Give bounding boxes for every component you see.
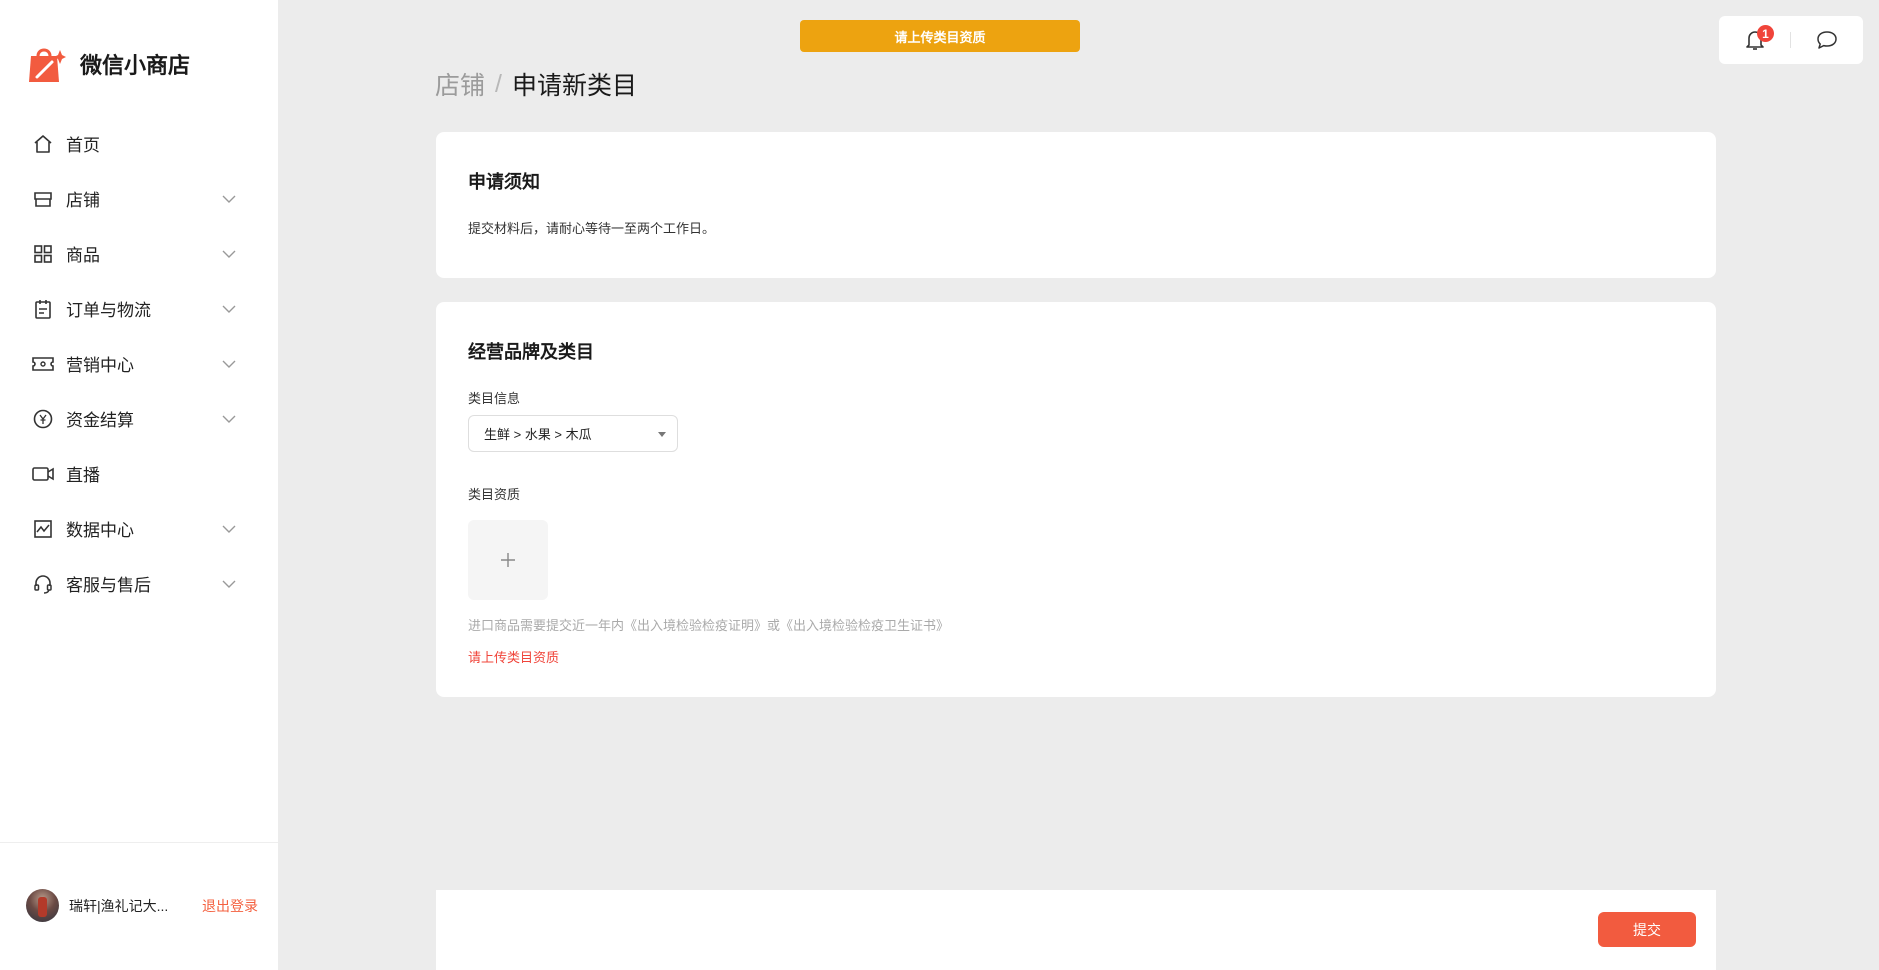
category-select-value: 生鲜 > 水果 > 木瓜 xyxy=(484,427,592,442)
notifications-button[interactable]: 1 xyxy=(1719,16,1791,64)
chevron-down-icon xyxy=(222,250,236,258)
sidebar-item-label: 店铺 xyxy=(66,191,100,210)
clipboard-icon xyxy=(32,298,54,320)
category-card-title: 经营品牌及类目 xyxy=(468,342,594,362)
chevron-down-icon xyxy=(222,195,236,203)
sidebar: 微信小商店 首页 店铺 商品 订单与物流 营销中心 资金结算 直播 数据中心 客… xyxy=(0,0,278,970)
chevron-down-icon xyxy=(222,415,236,423)
sidebar-footer: 瑞轩|渔礼记大... 退出登录 xyxy=(0,842,278,970)
notice-card: 申请须知 提交材料后，请耐心等待一至两个工作日。 xyxy=(436,132,1716,278)
page-title: 申请新类目 xyxy=(511,72,637,100)
grid-icon xyxy=(32,243,54,265)
sidebar-item-home[interactable]: 首页 xyxy=(0,116,278,171)
chat-bubble-icon xyxy=(1817,31,1837,49)
chevron-down-icon xyxy=(222,525,236,533)
breadcrumb: 店铺 / 申请新类目 xyxy=(435,66,637,102)
sidebar-item-label: 商品 xyxy=(66,246,100,265)
sidebar-item-store[interactable]: 店铺 xyxy=(0,171,278,226)
plus-icon xyxy=(501,553,515,567)
yuan-coin-icon xyxy=(32,408,54,430)
sidebar-item-label: 订单与物流 xyxy=(66,301,151,320)
sidebar-item-label: 资金结算 xyxy=(66,411,134,430)
category-info-label: 类目信息 xyxy=(468,391,521,406)
home-icon xyxy=(32,133,54,155)
submit-button[interactable]: 提交 xyxy=(1598,912,1696,947)
messages-button[interactable] xyxy=(1791,16,1863,64)
qualification-upload-button[interactable] xyxy=(468,520,548,600)
chevron-down-icon xyxy=(222,305,236,313)
sidebar-item-label: 营销中心 xyxy=(66,356,134,375)
chart-icon xyxy=(32,518,54,540)
notice-title: 申请须知 xyxy=(468,172,540,192)
user-name: 瑞轩|渔礼记大... xyxy=(69,897,169,914)
caret-down-icon xyxy=(658,432,666,437)
sidebar-nav: 首页 店铺 商品 订单与物流 营销中心 资金结算 直播 数据中心 客服与售后 xyxy=(0,116,278,611)
category-qualification-label: 类目资质 xyxy=(468,487,521,502)
upload-error-text: 请上传类目资质 xyxy=(468,650,560,665)
upload-warning-banner: 请上传类目资质 xyxy=(800,20,1080,52)
sidebar-item-orders[interactable]: 订单与物流 xyxy=(0,281,278,336)
sidebar-item-service[interactable]: 客服与售后 xyxy=(0,556,278,611)
app-logo[interactable]: 微信小商店 xyxy=(28,44,190,84)
sidebar-item-label: 客服与售后 xyxy=(66,576,151,595)
form-footer: 提交 xyxy=(436,890,1716,970)
user-profile: 瑞轩|渔礼记大... 退出登录 xyxy=(26,889,258,922)
app-name: 微信小商店 xyxy=(80,53,191,78)
notification-badge: 1 xyxy=(1757,25,1774,42)
breadcrumb-separator: / xyxy=(495,69,502,98)
avatar[interactable] xyxy=(26,889,59,922)
category-card: 经营品牌及类目 类目信息 生鲜 > 水果 > 木瓜 类目资质 进口商品需要提交近… xyxy=(436,302,1716,697)
chevron-down-icon xyxy=(222,580,236,588)
headset-icon xyxy=(32,573,54,595)
category-select[interactable]: 生鲜 > 水果 > 木瓜 xyxy=(468,415,678,452)
store-icon xyxy=(32,188,54,210)
logout-link[interactable]: 退出登录 xyxy=(202,896,258,916)
sidebar-item-marketing[interactable]: 营销中心 xyxy=(0,336,278,391)
sidebar-item-label: 首页 xyxy=(66,136,100,155)
ticket-icon xyxy=(32,353,54,375)
shopping-bag-logo-icon xyxy=(29,48,66,82)
video-camera-icon xyxy=(32,463,54,485)
breadcrumb-parent-link[interactable]: 店铺 xyxy=(435,66,485,102)
header-tools: 1 xyxy=(1719,16,1863,64)
sidebar-item-label: 数据中心 xyxy=(66,521,134,540)
import-hint-text: 进口商品需要提交近一年内《出入境检验检疫证明》或《出入境检验检疫卫生证书》 xyxy=(468,618,950,633)
sidebar-item-live[interactable]: 直播 xyxy=(0,446,278,501)
sidebar-item-label: 直播 xyxy=(66,466,100,485)
notice-text: 提交材料后，请耐心等待一至两个工作日。 xyxy=(468,221,716,236)
sidebar-item-data[interactable]: 数据中心 xyxy=(0,501,278,556)
chevron-down-icon xyxy=(222,360,236,368)
sidebar-item-finance[interactable]: 资金结算 xyxy=(0,391,278,446)
sidebar-item-products[interactable]: 商品 xyxy=(0,226,278,281)
